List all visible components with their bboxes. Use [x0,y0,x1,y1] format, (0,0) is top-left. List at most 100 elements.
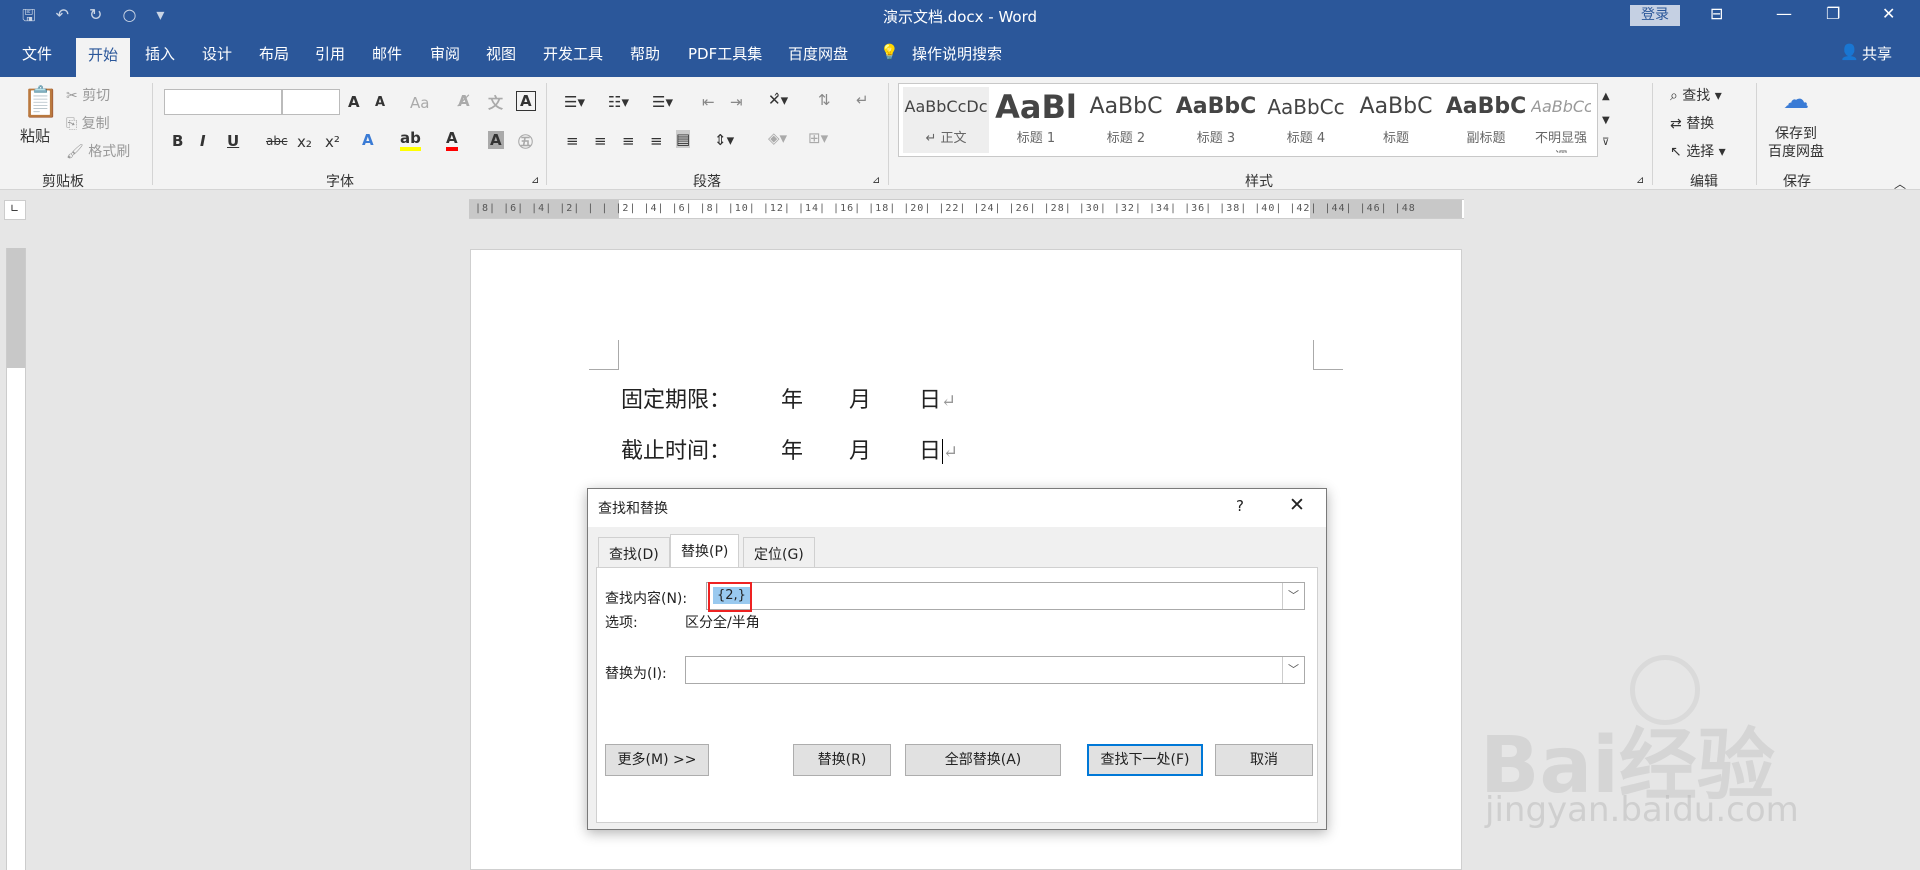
document-line-1[interactable]: 固定期限： 年 月 日↵ [621,382,956,414]
tab-mailings[interactable]: 邮件 [372,43,402,64]
phonetic-guide-icon[interactable]: 文 [488,92,503,113]
collapse-ribbon-icon[interactable]: ︿ [1894,175,1906,192]
minimize-icon[interactable]: — [1776,4,1792,23]
style-title[interactable]: AaBbC 标题 [1353,87,1439,153]
find-what-input[interactable]: {2,} ﹀ [706,582,1305,612]
tab-review[interactable]: 审阅 [430,43,460,64]
select-button[interactable]: ↖ 选择 ▾ [1670,141,1726,161]
style-heading-4[interactable]: AaBbCc 标题 4 [1263,87,1349,153]
multilevel-list-icon[interactable]: ☰▾ [652,93,673,111]
tab-help[interactable]: 帮助 [630,43,660,64]
select-label: 选择 [1686,144,1715,160]
document-line-2[interactable]: 截止时间： 年 月 日 ↵ [621,433,958,465]
chevron-down-icon[interactable]: ﹀ [1282,657,1304,683]
grow-font-button[interactable]: A [348,93,360,111]
styles-more-icon[interactable]: ⊽ [1602,137,1609,148]
line-spacing-icon[interactable]: ⇕▾ [714,131,734,149]
style-normal[interactable]: AaBbCcDc ↵ 正文 [903,87,989,153]
close-window-icon[interactable]: ✕ [1882,4,1895,23]
shading-icon[interactable]: ◈▾ [768,129,787,147]
highlight-icon[interactable]: ab [400,129,421,151]
sort-icon[interactable]: ⇅ [818,91,831,109]
paste-button[interactable]: 粘贴 [20,125,50,146]
tab-layout[interactable]: 布局 [259,43,289,64]
justify-icon[interactable]: ≡ [650,132,663,150]
more-button[interactable]: 更多(M) >> [605,744,709,776]
tab-find[interactable]: 查找(D) [598,537,670,567]
tab-insert[interactable]: 插入 [145,43,175,64]
font-color-icon[interactable]: A [446,129,458,151]
tab-pdf-tools[interactable]: PDF工具集 [688,43,762,64]
align-right-icon[interactable]: ≡ [622,132,635,150]
replace-with-input[interactable]: ﹀ [685,656,1305,684]
style-heading-2[interactable]: AaBbC 标题 2 [1083,87,1169,153]
font-name-box[interactable] [164,89,282,115]
clear-format-icon[interactable]: A̸ [458,92,470,110]
tab-references[interactable]: 引用 [315,43,345,64]
dialog-close-button[interactable]: ✕ [1289,494,1305,516]
styles-scroll-down-icon[interactable]: ▼ [1602,115,1610,126]
find-button[interactable]: ⌕ 查找 ▾ [1670,85,1722,105]
bold-button[interactable]: B [172,132,183,150]
italic-button[interactable]: I [200,132,206,150]
subscript-button[interactable]: x₂ [297,133,312,151]
superscript-button[interactable]: x² [325,133,340,151]
numbering-icon[interactable]: ☷▾ [608,93,629,111]
styles-dialog-launcher-icon[interactable]: ⊿ [1636,175,1644,186]
style-name: 标题 2 [1106,131,1146,146]
restore-icon[interactable]: ❐ [1826,4,1840,23]
tab-baidu-netdisk[interactable]: 百度网盘 [788,43,848,64]
horizontal-ruler[interactable]: |8| |6| |4| |2| | | |2| |4| |6| |8| |10|… [469,199,1464,219]
tab-selector[interactable]: ∟ [4,200,26,220]
tab-home[interactable]: 开始 [76,38,131,77]
tell-me-search[interactable]: 操作说明搜索 [912,43,1002,64]
tab-replace[interactable]: 替换(P) [670,534,740,568]
find-next-button[interactable]: 查找下一处(F) [1087,744,1203,776]
tab-goto[interactable]: 定位(G) [743,537,815,567]
tab-design[interactable]: 设计 [202,43,232,64]
chinese-layout-icon[interactable]: ✕̂▾ [768,91,788,109]
replace-ribbon-button[interactable]: ⇄ 替换 [1670,113,1714,133]
tab-developer[interactable]: 开发工具 [543,43,603,64]
tab-file[interactable]: 文件 [22,43,52,64]
share-button[interactable]: 共享 [1862,43,1892,64]
style-heading-1[interactable]: AaBl 标题 1 [993,87,1079,153]
tab-view[interactable]: 视图 [486,43,516,64]
bullets-icon[interactable]: ☰▾ [564,93,585,111]
strikethrough-button[interactable]: abc [266,134,288,148]
decrease-indent-icon[interactable]: ⇤ [702,93,715,111]
change-case-button[interactable]: Aa [410,94,429,112]
character-border-icon[interactable]: A [516,91,536,111]
distributed-icon[interactable]: ▤ [676,130,691,148]
align-center-icon[interactable]: ≡ [594,132,607,150]
font-size-box[interactable] [282,89,340,115]
borders-icon[interactable]: ⊞▾ [808,129,828,147]
save-to-baidu-button[interactable]: 保存到 百度网盘 [1768,125,1824,161]
underline-button[interactable]: U [227,132,239,150]
styles-scroll-up-icon[interactable]: ▲ [1602,91,1610,102]
cancel-button[interactable]: 取消 [1215,744,1313,776]
text-effects-icon[interactable]: A [362,131,374,149]
style-preview: AaBbC [1359,94,1433,119]
chevron-down-icon[interactable]: ﹀ [1282,583,1304,609]
style-subtle-emphasis[interactable]: AaBbCcD 不明显强调 [1531,87,1591,153]
style-heading-3[interactable]: AaBbC 标题 3 [1173,87,1259,153]
increase-indent-icon[interactable]: ⇥ [730,93,743,111]
replace-button[interactable]: 替换(R) [793,744,891,776]
paragraph-dialog-launcher-icon[interactable]: ⊿ [872,175,880,186]
char-shading-icon[interactable]: A [488,131,504,149]
copy-button[interactable]: ⎘ 复制 [66,113,110,133]
align-left-icon[interactable]: ≡ [566,132,579,150]
vertical-ruler[interactable] [6,248,26,870]
enclose-char-icon[interactable]: ㊄ [518,131,533,152]
replace-all-button[interactable]: 全部替换(A) [905,744,1061,776]
cut-button[interactable]: ✂ 剪切 [66,85,110,105]
format-painter-button[interactable]: 🖌 格式刷 [66,141,130,161]
font-dialog-launcher-icon[interactable]: ⊿ [531,175,539,186]
login-button[interactable]: 登录 [1630,5,1680,26]
show-marks-icon[interactable]: ↵ [856,91,869,109]
style-subtitle[interactable]: AaBbC 副标题 [1443,87,1529,153]
help-button[interactable]: ? [1236,497,1244,515]
shrink-font-button[interactable]: A [375,95,385,110]
ribbon-display-options-icon[interactable]: ⊟ [1710,4,1723,23]
